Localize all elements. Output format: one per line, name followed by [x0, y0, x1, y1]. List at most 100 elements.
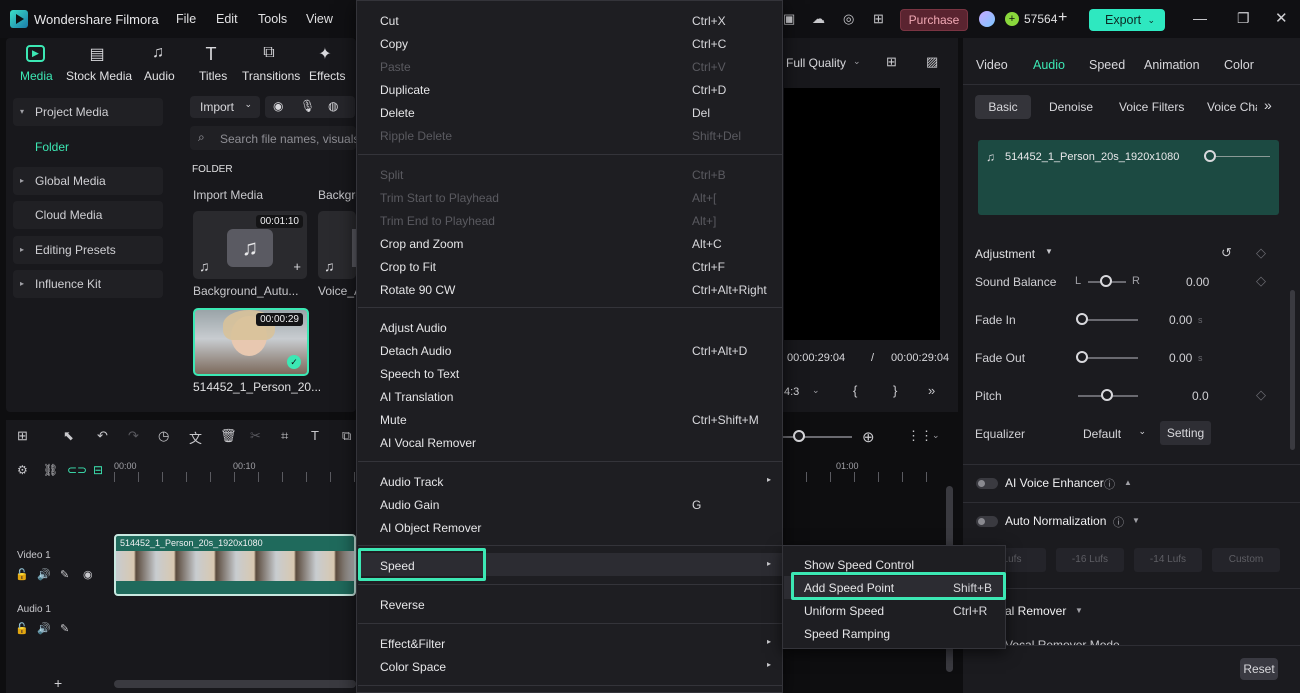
keyframe-icon[interactable]: ◇: [1256, 387, 1266, 403]
mark-in-icon[interactable]: {: [853, 383, 857, 398]
speed-icon[interactable]: ◷: [158, 428, 169, 444]
zoom-in-icon[interactable]: ⊕: [862, 428, 875, 446]
equalizer-dropdown[interactable]: Default ⌄: [1076, 421, 1152, 445]
snapshot-icon[interactable]: ▨: [926, 54, 938, 70]
volume-icon[interactable]: 🔊: [37, 568, 51, 581]
tab-audio[interactable]: Audio: [144, 69, 175, 83]
fade-in-knob[interactable]: [1076, 313, 1088, 325]
menu-item-cut[interactable]: Cut: [380, 14, 399, 28]
help-icon[interactable]: ⓘ: [1113, 514, 1124, 530]
tab-media[interactable]: Media: [20, 69, 53, 83]
sidebar-item-global-media[interactable]: ▸ Global Media: [13, 167, 163, 195]
tab-transitions[interactable]: Transitions: [242, 69, 300, 83]
menu-item-duplicate[interactable]: Duplicate: [380, 83, 430, 97]
split-icon[interactable]: ✂: [250, 428, 261, 444]
menu-item-delete[interactable]: Delete: [380, 106, 415, 120]
text-icon[interactable]: T: [311, 428, 319, 443]
tab-video[interactable]: Video: [976, 58, 1008, 72]
zoom-knob[interactable]: [793, 430, 805, 442]
transitions-icon[interactable]: ⧉: [259, 44, 279, 64]
lock-icon[interactable]: 🔓: [15, 622, 29, 635]
hide-fx-icon[interactable]: ✎: [60, 622, 69, 635]
add-track-icon[interactable]: +: [54, 675, 62, 691]
submenu-item-speed-ramping[interactable]: Speed Ramping: [804, 627, 890, 641]
menu-item-crop-to-fit[interactable]: Crop to Fit: [380, 260, 436, 274]
clip-volume-knob[interactable]: [1204, 150, 1216, 162]
reset-button[interactable]: Reset: [1240, 658, 1278, 680]
eye-icon[interactable]: ◉: [83, 568, 93, 581]
export-button[interactable]: Export ⌄: [1089, 9, 1165, 31]
titles-icon[interactable]: T: [201, 44, 221, 64]
subtab-voice-changer[interactable]: Voice Cha: [1207, 100, 1257, 114]
sidebar-item-influence-kit[interactable]: ▸ Influence Kit: [13, 270, 163, 298]
expand-arrow-icon[interactable]: ▲: [1124, 478, 1132, 487]
maximize-icon[interactable]: ❐: [1237, 10, 1250, 27]
undo-icon[interactable]: ↶: [97, 428, 108, 444]
link-icon[interactable]: ⊂⊃: [67, 463, 87, 477]
select-tool-icon[interactable]: ⬉: [63, 428, 74, 444]
fade-out-knob[interactable]: [1076, 351, 1088, 363]
menu-item-rotate[interactable]: Rotate 90 CW: [380, 283, 455, 297]
headset-icon[interactable]: ◎: [843, 11, 854, 27]
media-thumb-voice[interactable]: ♫: [318, 211, 362, 279]
unlink-icon[interactable]: ⛓: [43, 463, 58, 477]
pitch-knob[interactable]: [1101, 389, 1113, 401]
music-note-icon[interactable]: ♫: [148, 44, 168, 64]
sound-balance-knob[interactable]: [1100, 275, 1112, 287]
submenu-item-show-speed-control[interactable]: Show Speed Control: [804, 558, 914, 572]
menu-tools[interactable]: Tools: [258, 12, 287, 26]
tab-color[interactable]: Color: [1224, 58, 1254, 72]
menu-item-crop-and-zoom[interactable]: Crop and Zoom: [380, 237, 463, 251]
help-icon[interactable]: ⓘ: [1104, 476, 1115, 492]
subtab-voice-filters[interactable]: Voice Filters: [1119, 100, 1184, 114]
redo-icon[interactable]: ↷: [128, 428, 139, 444]
hide-fx-icon[interactable]: ✎: [60, 568, 69, 581]
auto-normalization-toggle[interactable]: [976, 516, 998, 527]
ai-voice-enhancer-toggle[interactable]: [976, 478, 998, 489]
sidebar-item-cloud-media[interactable]: Cloud Media: [13, 201, 163, 229]
inspector-scrollbar[interactable]: [1290, 290, 1295, 450]
tab-effects[interactable]: Effects: [309, 69, 345, 83]
menu-edit[interactable]: Edit: [216, 12, 238, 26]
fade-in-value[interactable]: 0.00: [1169, 313, 1192, 327]
menu-item-audio-gain[interactable]: Audio Gain: [380, 498, 439, 512]
lufs-option-custom[interactable]: Custom: [1212, 548, 1280, 572]
tab-speed[interactable]: Speed: [1089, 58, 1125, 72]
import-button[interactable]: Import ⌄: [190, 96, 260, 118]
save-icon[interactable]: ▣: [783, 11, 795, 27]
microphone-icon[interactable]: 🎙: [300, 99, 315, 113]
submenu-item-uniform-speed[interactable]: Uniform Speed: [804, 604, 884, 618]
fade-out-slider[interactable]: [1080, 357, 1138, 359]
lock-icon[interactable]: 🔓: [15, 568, 29, 581]
menu-item-detach-audio[interactable]: Detach Audio: [380, 344, 451, 358]
add-icon[interactable]: +: [293, 259, 301, 274]
snap-icon[interactable]: ⊟: [93, 463, 103, 477]
video-clip[interactable]: 514452_1_Person_20s_1920x1080: [114, 534, 356, 596]
menu-item-trim-start[interactable]: Trim Start to Playhead: [380, 191, 499, 205]
menu-item-audio-track[interactable]: Audio Track: [380, 475, 443, 489]
delete-icon[interactable]: 🗑: [220, 428, 237, 444]
menu-item-mute[interactable]: Mute: [380, 413, 407, 427]
menu-item-reverse[interactable]: Reverse: [380, 598, 425, 612]
expand-arrow-icon[interactable]: ▼: [1075, 606, 1083, 615]
apps-grid-icon[interactable]: ⊞: [873, 11, 884, 27]
menu-item-ai-object-remover[interactable]: AI Object Remover: [380, 521, 481, 535]
menu-item-copy[interactable]: Copy: [380, 37, 408, 51]
translate-icon[interactable]: 文: [189, 428, 202, 447]
cloud-upload-icon[interactable]: ☁: [812, 11, 825, 27]
equalizer-setting-button[interactable]: Setting: [1160, 421, 1211, 445]
crop-icon[interactable]: ⌗: [281, 428, 288, 444]
volume-icon[interactable]: 🔊: [37, 622, 51, 635]
tab-audio[interactable]: Audio: [1033, 58, 1065, 72]
menu-file[interactable]: File: [176, 12, 196, 26]
mark-out-icon[interactable]: }: [893, 383, 897, 398]
subtab-basic[interactable]: Basic: [975, 95, 1031, 119]
quality-dropdown[interactable]: Full Quality: [786, 56, 846, 70]
menu-item-color-space[interactable]: Color Space: [380, 660, 446, 674]
sidebar-item-editing-presets[interactable]: ▸ Editing Presets: [13, 236, 163, 264]
pitch-value[interactable]: 0.0: [1192, 389, 1209, 403]
keyframe-icon[interactable]: ◇: [1256, 273, 1266, 289]
tab-titles[interactable]: Titles: [199, 69, 227, 83]
layout-icon[interactable]: ⊞: [17, 428, 28, 444]
aspect-ratio[interactable]: 4:3: [784, 386, 799, 398]
